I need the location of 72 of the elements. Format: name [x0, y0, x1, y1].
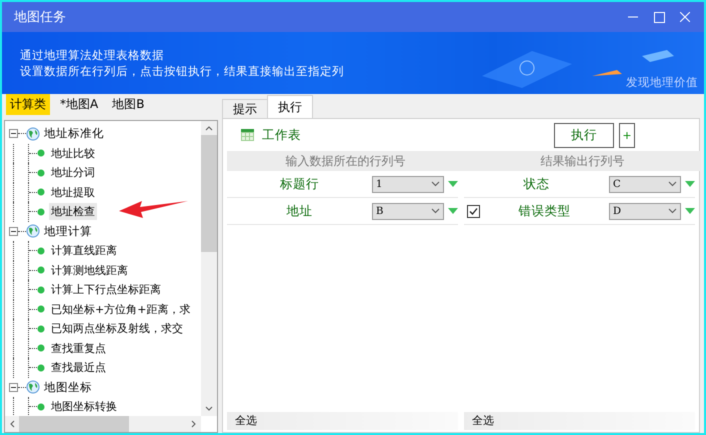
- dot-icon: [37, 402, 45, 411]
- tree-item[interactable]: 地址检查: [49, 203, 97, 220]
- banner-slogan: 发现地理价值: [626, 75, 698, 90]
- category-tab[interactable]: *地图A: [56, 94, 102, 115]
- horizontal-scrollbar[interactable]: [5, 416, 201, 432]
- tree-item[interactable]: 计算直线距离: [49, 242, 119, 260]
- globe-icon: [26, 224, 40, 238]
- tree-item[interactable]: 地址比较: [49, 144, 97, 162]
- run-button[interactable]: 执行: [554, 122, 614, 148]
- select-all-link[interactable]: 全选: [235, 414, 257, 427]
- chevron-icon: [431, 181, 440, 187]
- tree-item[interactable]: 已知两点坐标及射线，求交: [49, 320, 185, 338]
- chevron-icon: [431, 208, 440, 214]
- triangle-icon: [685, 181, 695, 187]
- dot-icon: [37, 286, 45, 294]
- maximize-icon: [654, 12, 664, 22]
- category-tab[interactable]: 计算类: [6, 94, 50, 115]
- banner-text: 设置数据所在行列后，点击按钮执行，结果直接输出至指定列: [20, 63, 345, 79]
- dot-icon: [37, 305, 45, 314]
- tree-group[interactable]: 地理计算: [44, 224, 92, 239]
- category-tab[interactable]: 地图B: [108, 94, 148, 115]
- column-select[interactable]: C: [609, 176, 681, 192]
- worksheet-label: 工作表: [262, 126, 302, 144]
- column-header: 输入数据所在的行列号: [227, 151, 464, 171]
- dot-icon: [37, 344, 45, 352]
- dot-icon: [37, 266, 45, 274]
- column-header: 结果输出行列号: [464, 151, 701, 171]
- tree-item[interactable]: 查找重复点: [49, 340, 108, 357]
- globe-icon: [26, 126, 40, 141]
- close-icon: [680, 12, 690, 22]
- field-label: 错误类型: [518, 202, 572, 220]
- column-select[interactable]: B: [372, 202, 444, 220]
- triangle-icon: [448, 181, 458, 187]
- collapse-icon[interactable]: [9, 226, 18, 236]
- arrow-drawing: [118, 198, 190, 220]
- field-label: 标题行: [279, 176, 320, 192]
- column-select[interactable]: 1: [372, 176, 444, 192]
- window-title: 地图任务: [14, 9, 67, 26]
- table-icon: [241, 129, 254, 141]
- tree-item[interactable]: 查找最近点: [49, 359, 108, 376]
- tree-item[interactable]: 地址分词: [49, 164, 97, 182]
- tree-item[interactable]: 计算上下行点坐标距离: [49, 281, 163, 298]
- collapse-icon[interactable]: [9, 382, 18, 392]
- globe-icon: [26, 380, 40, 394]
- panel-tab[interactable]: 提示: [222, 99, 268, 118]
- dot-icon: [37, 324, 45, 333]
- add-button[interactable]: +: [619, 122, 635, 148]
- vertical-scrollbar[interactable]: [201, 121, 217, 416]
- dot-icon: [37, 168, 45, 177]
- dot-icon: [37, 208, 45, 216]
- chevron-icon: [668, 208, 677, 214]
- collapse-icon[interactable]: [9, 129, 18, 138]
- dot-icon: [37, 188, 45, 196]
- checkbox[interactable]: [467, 204, 480, 218]
- tree-item[interactable]: 地图坐标转换: [49, 398, 119, 416]
- tree-group[interactable]: 地址标准化: [44, 126, 104, 142]
- panel-tab[interactable]: 执行: [267, 95, 313, 118]
- banner-text: 通过地理算法处理表格数据: [20, 47, 165, 63]
- field-label: 地址: [286, 202, 314, 220]
- column-select[interactable]: D: [609, 202, 681, 220]
- field-label: 状态: [522, 176, 550, 192]
- tree-item[interactable]: 计算测地线距离: [49, 262, 130, 279]
- dot-icon: [37, 364, 45, 372]
- tree-item[interactable]: 地址提取: [49, 184, 97, 201]
- select-all-link[interactable]: 全选: [472, 414, 494, 427]
- triangle-icon: [448, 208, 458, 214]
- dot-icon: [37, 149, 45, 158]
- tree-item[interactable]: 已知坐标+方位角+距离，求: [49, 300, 192, 318]
- triangle-icon: [685, 208, 695, 214]
- chevron-icon: [668, 181, 677, 187]
- tree-group[interactable]: 地图坐标: [44, 380, 92, 395]
- dot-icon: [37, 246, 45, 255]
